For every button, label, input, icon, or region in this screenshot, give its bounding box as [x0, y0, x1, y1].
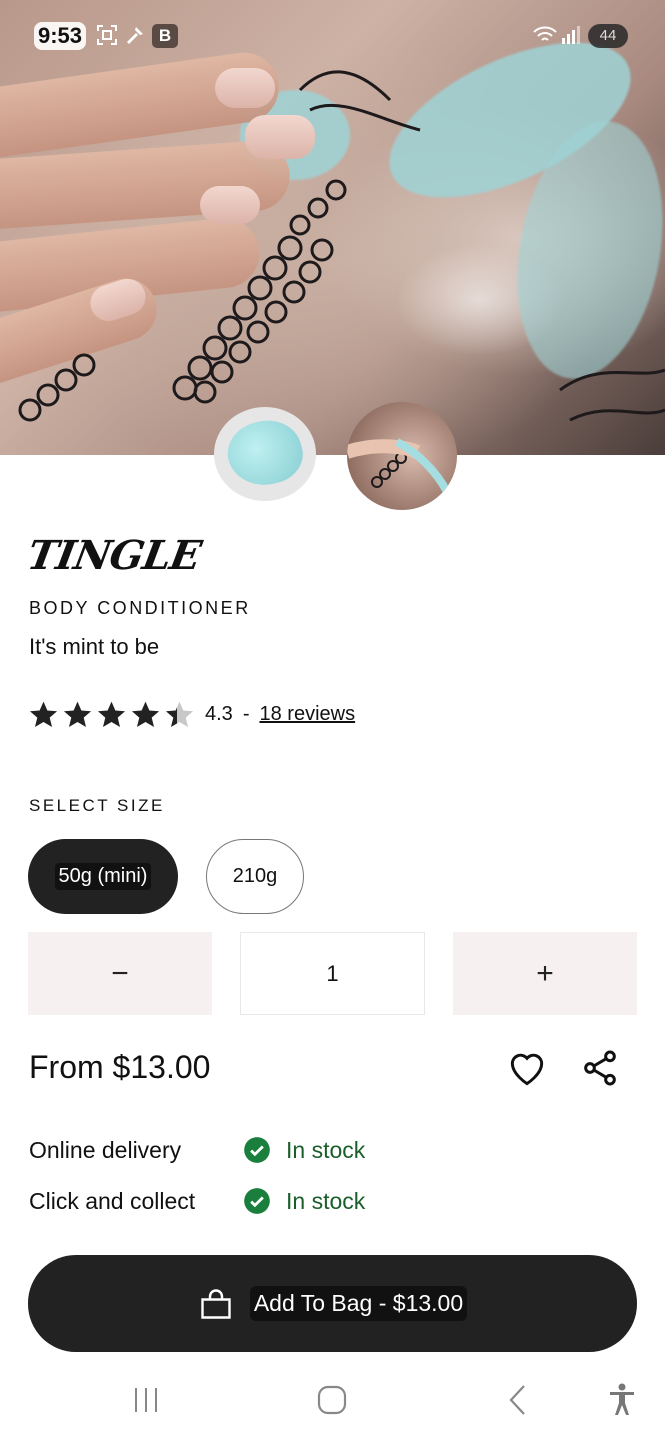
star-full-icon [29, 701, 58, 727]
wifi-icon [532, 24, 558, 51]
check-circle-icon [244, 1137, 270, 1163]
back-icon[interactable] [498, 1380, 538, 1420]
availability-status: In stock [286, 1136, 366, 1163]
check-circle-icon [244, 1188, 270, 1214]
thumbnail-product-swatch[interactable] [214, 407, 316, 501]
add-to-bag-label: Add To Bag - $13.00 [249, 1286, 468, 1321]
quantity-value[interactable]: 1 [240, 932, 425, 1015]
rating-separator: - [242, 702, 250, 725]
select-size-label: SELECT SIZE [29, 796, 165, 815]
home-icon[interactable] [312, 1380, 352, 1420]
size-option-210g[interactable]: 210g [206, 839, 304, 914]
availability-row-collect: Click and collect In stock [29, 1185, 365, 1217]
add-to-bag-button[interactable]: Add To Bag - $13.00 [28, 1255, 637, 1352]
quantity-decrease-button[interactable]: − [28, 932, 212, 1015]
size-option-label: 210g [232, 865, 278, 887]
product-tagline: It's mint to be [29, 634, 160, 659]
share-icon[interactable] [580, 1046, 620, 1090]
product-price: From $13.00 [29, 1049, 211, 1085]
availability-label: Click and collect [29, 1187, 196, 1214]
battery-indicator: 44 [588, 24, 628, 48]
star-full-icon [131, 701, 160, 727]
reviews-link[interactable]: 18 reviews [259, 703, 355, 726]
availability-label: Online delivery [29, 1136, 182, 1163]
shopping-bag-icon [201, 1288, 231, 1319]
rating-stars [28, 699, 195, 730]
product-rating: 4.3 - 18 reviews [28, 698, 355, 730]
status-bar: 9:53 B 44 [0, 0, 665, 72]
size-option-mini[interactable]: 50g (mini) [28, 839, 178, 914]
thumbnail-lifestyle-photo[interactable] [347, 402, 457, 510]
availability-row-online: Online delivery In stock [29, 1134, 365, 1166]
product-name: TINGLE [23, 532, 204, 579]
product-hero-image[interactable]: 9:53 B 44 [0, 0, 665, 455]
recent-apps-icon[interactable] [126, 1380, 166, 1420]
product-category: BODY CONDITIONER [29, 598, 251, 618]
availability-status: In stock [286, 1187, 366, 1214]
accessibility-icon[interactable] [602, 1380, 642, 1420]
screenshot-icon [96, 24, 118, 51]
system-nav-bar [0, 1358, 665, 1440]
app-b-icon: B [152, 24, 178, 48]
tools-icon [124, 24, 146, 51]
star-full-icon [63, 701, 92, 727]
quantity-increase-button[interactable]: + [453, 932, 637, 1015]
status-time: 9:53 [34, 22, 87, 50]
size-option-label: 50g (mini) [54, 863, 152, 890]
signal-icon [560, 24, 582, 51]
star-full-icon [97, 701, 126, 727]
star-partial-icon [165, 701, 194, 727]
heart-icon[interactable] [505, 1046, 549, 1090]
rating-value: 4.3 [205, 702, 233, 725]
